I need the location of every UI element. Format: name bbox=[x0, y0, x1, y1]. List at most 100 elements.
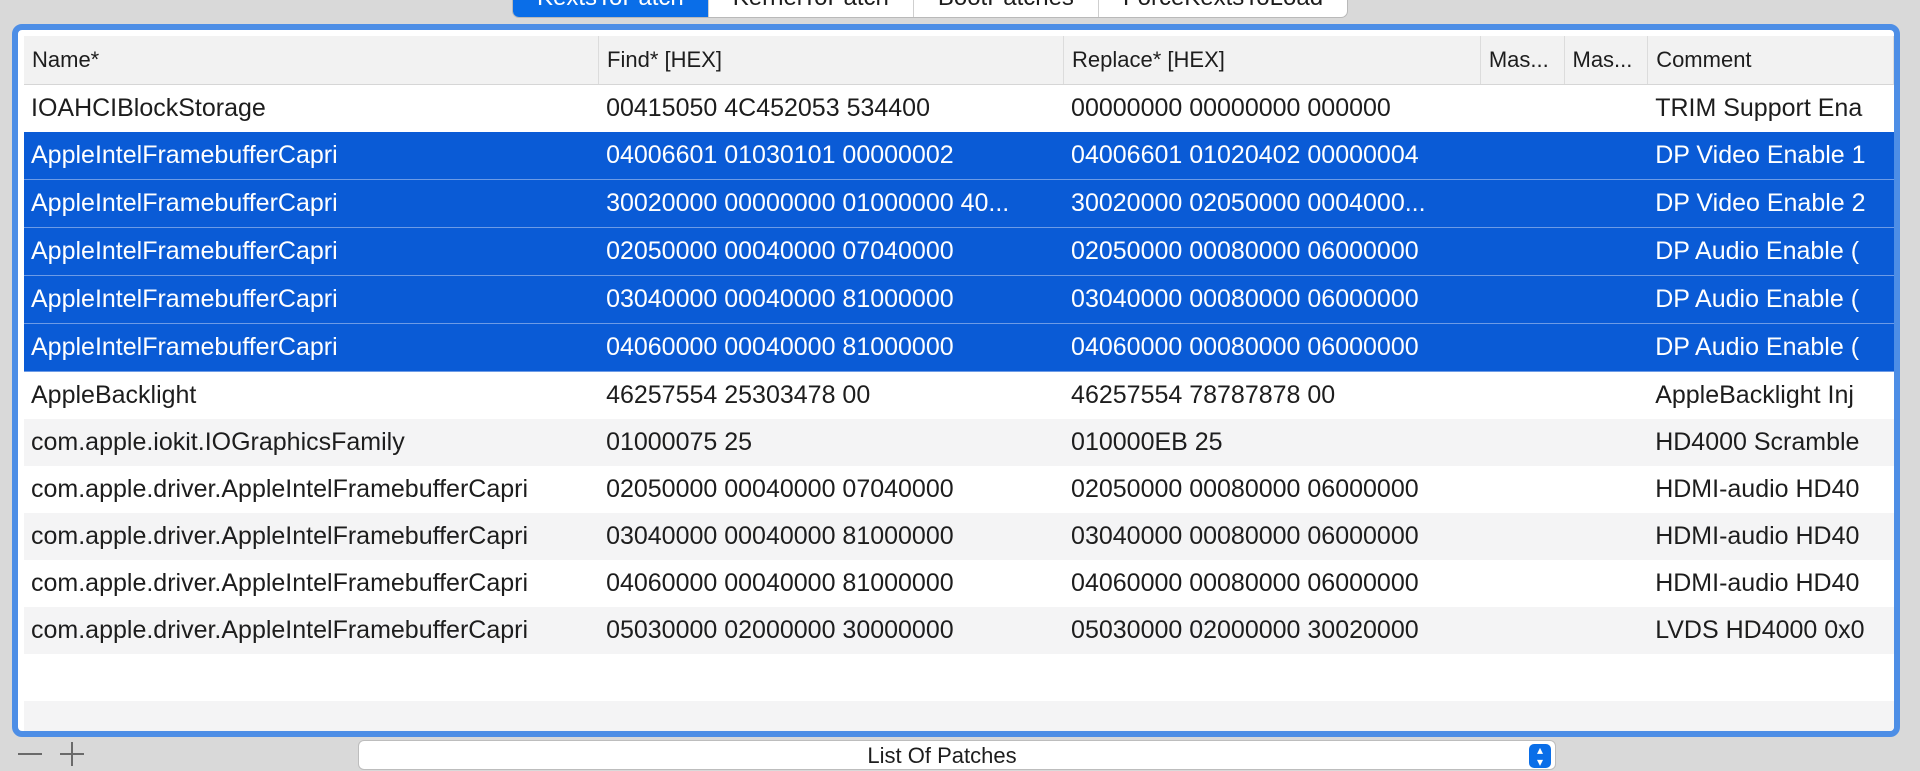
table-row[interactable]: AppleIntelFramebufferCapri 02050000 00040… bbox=[24, 228, 1894, 276]
cell-find-mask[interactable] bbox=[1481, 132, 1565, 179]
cell-find[interactable]: 05030000 02000000 30000000 bbox=[599, 607, 1064, 654]
cell-find-mask[interactable] bbox=[1481, 276, 1565, 323]
table-row[interactable]: com.apple.iokit.IOGraphicsFamily 01000075… bbox=[24, 419, 1894, 466]
cell-replace-mask[interactable] bbox=[1565, 132, 1649, 179]
cell-find[interactable]: 02050000 00040000 07040000 bbox=[599, 228, 1064, 275]
column-header-find-mask[interactable]: Mas... bbox=[1481, 36, 1565, 84]
cell-replace-mask[interactable] bbox=[1565, 372, 1649, 419]
cell-name[interactable]: AppleIntelFramebufferCapri bbox=[24, 324, 599, 371]
cell-replace[interactable]: 05030000 02000000 30020000 bbox=[1064, 607, 1481, 654]
cell-find[interactable]: 00415050 4C452053 534400 bbox=[599, 85, 1064, 132]
cell-replace-mask[interactable] bbox=[1565, 85, 1649, 132]
cell-name[interactable]: AppleIntelFramebufferCapri bbox=[24, 180, 599, 227]
cell-replace[interactable]: 03040000 00080000 06000000 bbox=[1064, 276, 1481, 323]
add-row-button[interactable] bbox=[58, 742, 86, 766]
tab-bootpatches[interactable]: BootPatches bbox=[912, 0, 1098, 17]
cell-find[interactable]: 01000075 25 bbox=[599, 419, 1064, 466]
tab-kerneltopatch[interactable]: KernelToPatch bbox=[707, 0, 913, 17]
table-row[interactable]: com.apple.driver.AppleIntelFramebufferCa… bbox=[24, 560, 1894, 607]
column-header-replace[interactable]: Replace* [HEX] bbox=[1064, 36, 1481, 84]
tab-kextstopatch[interactable]: KextsToPatch bbox=[513, 0, 708, 17]
cell-replace-mask[interactable] bbox=[1565, 324, 1649, 371]
cell-name[interactable]: com.apple.driver.AppleIntelFramebufferCa… bbox=[24, 560, 599, 607]
column-header-replace-mask[interactable]: Mas... bbox=[1565, 36, 1649, 84]
column-header-comment[interactable]: Comment bbox=[1648, 36, 1894, 84]
cell-name[interactable]: IOAHCIBlockStorage bbox=[24, 85, 599, 132]
cell-replace[interactable]: 04006601 01020402 00000004 bbox=[1064, 132, 1481, 179]
cell-comment[interactable]: DP Audio Enable ( bbox=[1648, 228, 1894, 275]
cell-replace-mask[interactable] bbox=[1565, 276, 1649, 323]
cell-find-mask[interactable] bbox=[1481, 513, 1565, 560]
cell-replace-mask[interactable] bbox=[1565, 466, 1649, 513]
table-row[interactable]: AppleIntelFramebufferCapri 03040000 00040… bbox=[24, 276, 1894, 324]
cell-find[interactable]: 30020000 00000000 01000000 40... bbox=[599, 180, 1064, 227]
table-row[interactable]: AppleIntelFramebufferCapri 30020000 00000… bbox=[24, 180, 1894, 228]
cell-comment[interactable]: DP Video Enable 1 bbox=[1648, 132, 1894, 179]
cell-find[interactable]: 02050000 00040000 07040000 bbox=[599, 466, 1064, 513]
cell-find[interactable]: 03040000 00040000 81000000 bbox=[599, 513, 1064, 560]
cell-replace-mask[interactable] bbox=[1565, 228, 1649, 275]
cell-find-mask[interactable] bbox=[1481, 701, 1565, 731]
cell-find[interactable] bbox=[599, 701, 1064, 731]
cell-replace[interactable]: 04060000 00080000 06000000 bbox=[1064, 324, 1481, 371]
cell-replace[interactable] bbox=[1064, 701, 1481, 731]
remove-row-button[interactable] bbox=[16, 742, 44, 762]
cell-comment[interactable]: HDMI-audio HD40 bbox=[1648, 466, 1894, 513]
cell-replace[interactable]: 30020000 02050000 0004000... bbox=[1064, 180, 1481, 227]
cell-find-mask[interactable] bbox=[1481, 228, 1565, 275]
table-row[interactable]: com.apple.driver.AppleIntelFramebufferCa… bbox=[24, 607, 1894, 654]
cell-find-mask[interactable] bbox=[1481, 180, 1565, 227]
cell-comment[interactable]: HDMI-audio HD40 bbox=[1648, 513, 1894, 560]
cell-replace-mask[interactable] bbox=[1565, 607, 1649, 654]
cell-replace[interactable]: 03040000 00080000 06000000 bbox=[1064, 513, 1481, 560]
cell-find-mask[interactable] bbox=[1481, 654, 1565, 701]
table-row[interactable]: AppleIntelFramebufferCapri 04060000 00040… bbox=[24, 324, 1894, 372]
cell-find-mask[interactable] bbox=[1481, 560, 1565, 607]
cell-find-mask[interactable] bbox=[1481, 419, 1565, 466]
cell-name[interactable]: com.apple.driver.AppleIntelFramebufferCa… bbox=[24, 607, 599, 654]
cell-find-mask[interactable] bbox=[1481, 466, 1565, 513]
cell-name[interactable]: AppleIntelFramebufferCapri bbox=[24, 276, 599, 323]
cell-comment[interactable] bbox=[1648, 701, 1894, 731]
patches-table[interactable]: Name* Find* [HEX] Replace* [HEX] Mas... Mas.… bbox=[12, 24, 1900, 737]
cell-find-mask[interactable] bbox=[1481, 324, 1565, 371]
table-row[interactable]: AppleIntelFramebufferCapri 04006601 01030… bbox=[24, 132, 1894, 180]
tab-forcekextstoload[interactable]: ForceKextsToLoad bbox=[1097, 0, 1347, 17]
patch-list-popup[interactable]: List Of Patches ▴ ▾ bbox=[358, 740, 1556, 770]
table-row[interactable]: AppleBacklight 46257554 25303478 00 462575… bbox=[24, 372, 1894, 419]
cell-comment[interactable]: TRIM Support Ena bbox=[1648, 85, 1894, 132]
cell-comment[interactable] bbox=[1648, 654, 1894, 701]
cell-comment[interactable]: DP Audio Enable ( bbox=[1648, 276, 1894, 323]
cell-replace-mask[interactable] bbox=[1565, 560, 1649, 607]
cell-replace-mask[interactable] bbox=[1565, 419, 1649, 466]
cell-replace[interactable] bbox=[1064, 654, 1481, 701]
cell-replace[interactable]: 00000000 00000000 000000 bbox=[1064, 85, 1481, 132]
cell-find[interactable]: 04006601 01030101 00000002 bbox=[599, 132, 1064, 179]
cell-name[interactable]: AppleIntelFramebufferCapri bbox=[24, 132, 599, 179]
cell-name[interactable]: com.apple.driver.AppleIntelFramebufferCa… bbox=[24, 466, 599, 513]
cell-name[interactable] bbox=[24, 654, 599, 701]
cell-replace[interactable]: 02050000 00080000 06000000 bbox=[1064, 228, 1481, 275]
cell-name[interactable]: AppleBacklight bbox=[24, 372, 599, 419]
cell-replace[interactable]: 02050000 00080000 06000000 bbox=[1064, 466, 1481, 513]
cell-comment[interactable]: AppleBacklight Inj bbox=[1648, 372, 1894, 419]
table-row[interactable] bbox=[24, 654, 1894, 701]
cell-comment[interactable]: HDMI-audio HD40 bbox=[1648, 560, 1894, 607]
column-header-name[interactable]: Name* bbox=[24, 36, 600, 84]
cell-name[interactable]: com.apple.iokit.IOGraphicsFamily bbox=[24, 419, 599, 466]
cell-replace-mask[interactable] bbox=[1565, 701, 1649, 731]
table-row[interactable] bbox=[24, 701, 1894, 731]
cell-find[interactable]: 03040000 00040000 81000000 bbox=[599, 276, 1064, 323]
cell-find[interactable]: 04060000 00040000 81000000 bbox=[599, 324, 1064, 371]
cell-replace-mask[interactable] bbox=[1565, 513, 1649, 560]
cell-comment[interactable]: DP Video Enable 2 bbox=[1648, 180, 1894, 227]
cell-replace-mask[interactable] bbox=[1565, 180, 1649, 227]
table-row[interactable]: IOAHCIBlockStorage 00415050 4C452053 5344… bbox=[24, 85, 1894, 132]
table-row[interactable]: com.apple.driver.AppleIntelFramebufferCa… bbox=[24, 466, 1894, 513]
cell-comment[interactable]: LVDS HD4000 0x0 bbox=[1648, 607, 1894, 654]
cell-find-mask[interactable] bbox=[1481, 607, 1565, 654]
cell-name[interactable]: AppleIntelFramebufferCapri bbox=[24, 228, 599, 275]
cell-comment[interactable]: HD4000 Scramble bbox=[1648, 419, 1894, 466]
cell-replace[interactable]: 04060000 00080000 06000000 bbox=[1064, 560, 1481, 607]
cell-find-mask[interactable] bbox=[1481, 85, 1565, 132]
